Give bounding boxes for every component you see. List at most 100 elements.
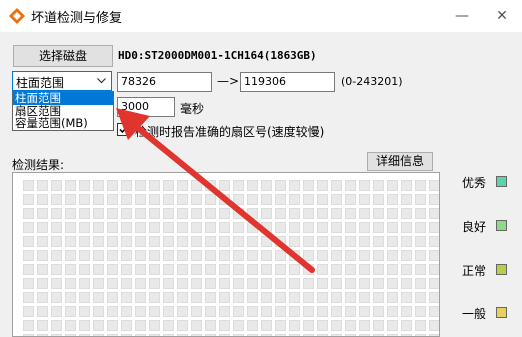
grid-cell: [135, 194, 146, 205]
minimize-button[interactable]: —: [442, 0, 482, 32]
grid-cell: [191, 180, 202, 191]
grid-cell: [331, 180, 342, 191]
grid-cell: [429, 208, 439, 219]
grid-cell: [275, 222, 286, 233]
grid-cell: [177, 292, 188, 303]
grid-cell: [23, 208, 34, 219]
grid-cell: [163, 236, 174, 247]
grid-cell: [51, 194, 62, 205]
grid-cell: [289, 250, 300, 261]
grid-cell: [233, 250, 244, 261]
grid-cell: [79, 292, 90, 303]
grid-cell: [37, 292, 48, 303]
grid-cell: [219, 236, 230, 247]
grid-cell: [149, 264, 160, 275]
grid-cell: [135, 180, 146, 191]
grid-cell: [93, 236, 104, 247]
grid-cell: [219, 208, 230, 219]
accurate-report-checkbox[interactable]: [117, 123, 130, 136]
grid-cell: [51, 306, 62, 317]
grid-cell: [401, 194, 412, 205]
grid-cell: [205, 250, 216, 261]
grid-cell: [163, 292, 174, 303]
grid-cell: [93, 320, 104, 331]
grid-cell: [303, 250, 314, 261]
grid-cell: [65, 292, 76, 303]
grid-cell: [23, 180, 34, 191]
grid-cell: [275, 236, 286, 247]
grid-cell: [373, 180, 384, 191]
chevron-down-icon: [97, 78, 106, 84]
dropdown-option-cylinder[interactable]: 柱面范围: [13, 92, 113, 105]
grid-cell: [289, 208, 300, 219]
grid-cell: [107, 236, 118, 247]
grid-cell: [37, 222, 48, 233]
grid-cell: [247, 278, 258, 289]
grid-cell: [429, 278, 439, 289]
grid-cell: [219, 292, 230, 303]
grid-cell: [317, 222, 328, 233]
grid-cell: [65, 194, 76, 205]
grid-cell: [205, 278, 216, 289]
grid-cell: [163, 264, 174, 275]
select-disk-button[interactable]: 选择磁盘: [13, 45, 113, 67]
grid-cell: [191, 264, 202, 275]
grid-cell: [191, 222, 202, 233]
grid-cell: [121, 292, 132, 303]
grid-cell: [415, 320, 426, 331]
grid-cell: [303, 222, 314, 233]
grid-cell: [247, 236, 258, 247]
grid-cell: [219, 306, 230, 317]
grid-cell: [373, 222, 384, 233]
grid-cell: [429, 306, 439, 317]
close-button[interactable]: ✕: [482, 0, 522, 32]
grid-cell: [401, 278, 412, 289]
grid-cell: [93, 250, 104, 261]
grid-cell: [331, 306, 342, 317]
grid-cell: [191, 208, 202, 219]
grid-cell: [345, 208, 356, 219]
grid-cell: [163, 306, 174, 317]
range-start-input[interactable]: 78326: [117, 72, 212, 92]
grid-cell: [331, 250, 342, 261]
grid-cell: [275, 278, 286, 289]
grid-cell: [331, 278, 342, 289]
grid-cell: [107, 320, 118, 331]
grid-cell: [415, 292, 426, 303]
grid-cell: [79, 278, 90, 289]
grid-cell: [359, 194, 370, 205]
grid-cell: [401, 292, 412, 303]
range-type-select[interactable]: 柱面范围: [12, 71, 112, 91]
grid-cell: [345, 250, 356, 261]
timeout-input[interactable]: 3000: [117, 97, 175, 117]
grid-cell: [23, 236, 34, 247]
grid-cell: [79, 306, 90, 317]
grid-cell: [345, 236, 356, 247]
grid-cell: [331, 264, 342, 275]
grid-cell: [331, 236, 342, 247]
grid-cell: [345, 194, 356, 205]
grid-cell: [177, 320, 188, 331]
grid-cell: [233, 278, 244, 289]
grid-cell: [163, 320, 174, 331]
grid-cell: [331, 292, 342, 303]
grid-cell: [317, 194, 328, 205]
grid-cell: [233, 292, 244, 303]
detail-info-button[interactable]: 详细信息: [367, 152, 433, 171]
grid-cell: [65, 180, 76, 191]
grid-cell: [79, 180, 90, 191]
grid-cell: [149, 292, 160, 303]
sector-map-grid: [12, 172, 440, 337]
grid-cell: [359, 306, 370, 317]
grid-cell: [177, 236, 188, 247]
grid-cell: [401, 236, 412, 247]
grid-cell: [135, 264, 146, 275]
grid-cell: [289, 292, 300, 303]
dropdown-option-capacity[interactable]: 容量范围(MB): [13, 117, 113, 130]
grid-cell: [65, 208, 76, 219]
grid-cell: [135, 306, 146, 317]
grid-cell: [121, 180, 132, 191]
grid-cell: [415, 278, 426, 289]
grid-cell: [191, 292, 202, 303]
range-end-input[interactable]: 119306: [240, 72, 335, 92]
